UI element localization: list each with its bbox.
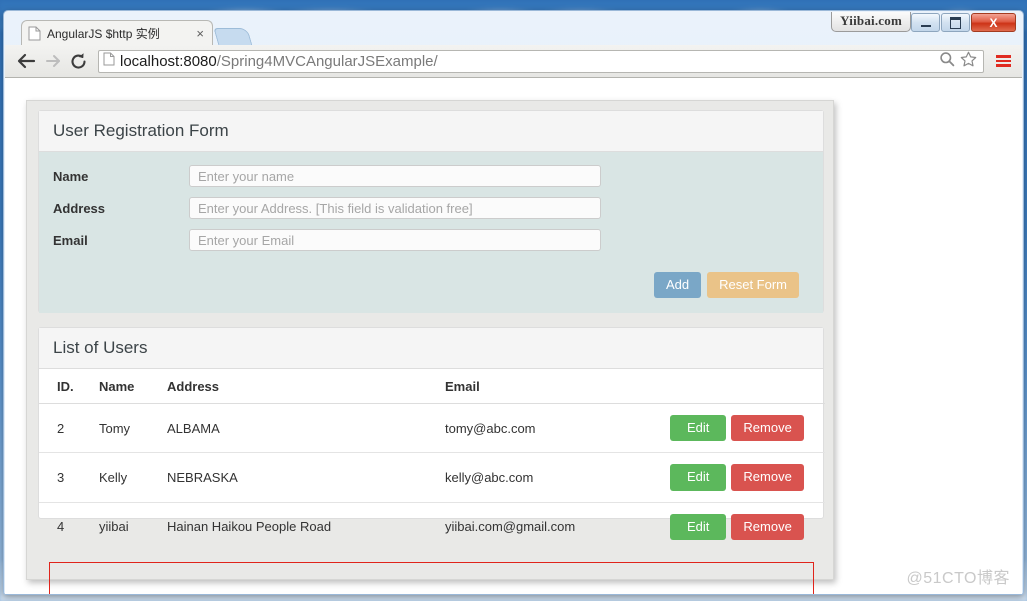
users-table: ID. Name Address Email 2 Tomy ALBAMA tom… xyxy=(39,369,825,551)
list-of-users-panel: List of Users ID. Name Address Email 2 T… xyxy=(38,327,825,540)
browser-tab[interactable]: AngularJS $http 实例 × xyxy=(21,20,213,45)
page-watermark: @51CTO博客 xyxy=(906,570,1010,587)
remove-button[interactable]: Remove xyxy=(731,464,804,491)
users-table-head: ID. Name Address Email xyxy=(39,369,825,404)
hamburger-menu-icon[interactable] xyxy=(992,50,1014,72)
back-arrow-icon[interactable] xyxy=(13,48,39,74)
forward-arrow-icon xyxy=(39,48,65,74)
page-icon xyxy=(103,52,115,71)
form-row-name: Name xyxy=(39,165,823,187)
table-row: 3 Kelly NEBRASKA kelly@abc.com Edit Remo… xyxy=(39,452,825,503)
cell-actions: Edit Remove xyxy=(670,502,825,551)
row-action-buttons: Edit Remove xyxy=(670,513,825,540)
cell-address: Hainan Haikou People Road xyxy=(167,519,332,535)
cell-name: yiibai xyxy=(99,519,129,535)
new-tab-button[interactable] xyxy=(213,28,253,46)
page-viewport: User Registration Form Name Address Emai… xyxy=(5,78,1022,594)
address-label: Address xyxy=(53,200,106,216)
users-table-body: 2 Tomy ALBAMA tomy@abc.com Edit Remove 3… xyxy=(39,403,825,551)
minimize-button[interactable] xyxy=(911,13,940,32)
form-action-buttons: Add Reset Form xyxy=(653,272,799,299)
browser-tabstrip: AngularJS $http 实例 × Yiibai.com X xyxy=(4,11,1023,46)
cell-id: 3 xyxy=(39,452,99,503)
cell-name: Kelly xyxy=(99,452,167,503)
search-icon[interactable] xyxy=(939,51,955,72)
remove-button[interactable]: Remove xyxy=(731,415,804,442)
edit-button[interactable]: Edit xyxy=(670,513,727,540)
window-controls: X xyxy=(911,13,1016,32)
cell-email: yiibai.com@gmail.com xyxy=(445,519,576,535)
url-path: /Spring4MVCAngularJSExample/ xyxy=(216,52,438,70)
cell-email: tomy@abc.com xyxy=(445,403,670,454)
cell-actions: Edit Remove xyxy=(670,403,825,454)
table-header-row: ID. Name Address Email xyxy=(39,369,825,404)
name-input[interactable] xyxy=(189,165,601,187)
browser-toolbar: localhost:8080/Spring4MVCAngularJSExampl… xyxy=(5,45,1022,78)
cell-id: 4 xyxy=(57,519,65,535)
url-text: localhost:8080/Spring4MVCAngularJSExampl… xyxy=(120,53,438,70)
address-bar-actions xyxy=(939,51,979,72)
page-container: User Registration Form Name Address Emai… xyxy=(26,100,834,580)
remove-button[interactable]: Remove xyxy=(731,513,804,540)
column-header-actions xyxy=(670,369,825,404)
table-row: 4 yiibai Hainan Haikou People Road yiiba… xyxy=(39,502,825,551)
user-registration-form-panel: User Registration Form Name Address Emai… xyxy=(38,110,824,313)
column-header-email: Email xyxy=(445,369,670,404)
cell-actions: Edit Remove xyxy=(670,452,825,503)
cell-id: 2 xyxy=(39,403,99,454)
email-input[interactable] xyxy=(189,229,601,251)
add-button[interactable]: Add xyxy=(653,272,702,299)
cell-address: ALBAMA xyxy=(167,403,445,454)
address-bar[interactable]: localhost:8080/Spring4MVCAngularJSExampl… xyxy=(98,49,984,73)
list-panel-title: List of Users xyxy=(39,328,823,369)
cell-name: Tomy xyxy=(99,403,167,454)
form-panel-title: User Registration Form xyxy=(39,111,823,152)
row-action-buttons: Edit Remove xyxy=(670,415,825,442)
reset-form-button[interactable]: Reset Form xyxy=(707,272,799,299)
yiibai-watermark-badge: Yiibai.com xyxy=(831,12,911,32)
row-action-buttons: Edit Remove xyxy=(670,464,825,491)
edit-button[interactable]: Edit xyxy=(670,415,727,442)
column-header-id: ID. xyxy=(39,369,99,404)
form-row-address: Address xyxy=(39,197,823,219)
address-input[interactable] xyxy=(189,197,601,219)
page-icon xyxy=(28,26,41,41)
column-header-address: Address xyxy=(167,369,445,404)
edit-button[interactable]: Edit xyxy=(670,464,727,491)
cell-address: NEBRASKA xyxy=(167,452,445,503)
email-label: Email xyxy=(53,232,88,248)
name-label: Name xyxy=(53,168,89,184)
reload-icon[interactable] xyxy=(65,48,91,74)
tab-title: AngularJS $http 实例 xyxy=(47,26,160,41)
form-body: Name Address Email Add Reset Form xyxy=(39,152,823,313)
form-row-email: Email xyxy=(39,229,823,251)
close-button[interactable]: X xyxy=(971,13,1016,32)
table-row: 2 Tomy ALBAMA tomy@abc.com Edit Remove xyxy=(39,403,825,454)
browser-window: AngularJS $http 实例 × Yiibai.com X localh… xyxy=(3,10,1024,595)
maximize-button[interactable] xyxy=(941,13,970,32)
star-icon[interactable] xyxy=(960,51,977,72)
column-header-name: Name xyxy=(99,369,167,404)
close-icon[interactable]: × xyxy=(194,27,206,40)
cell-email: kelly@abc.com xyxy=(445,452,670,503)
url-host: localhost:8080 xyxy=(120,52,217,70)
